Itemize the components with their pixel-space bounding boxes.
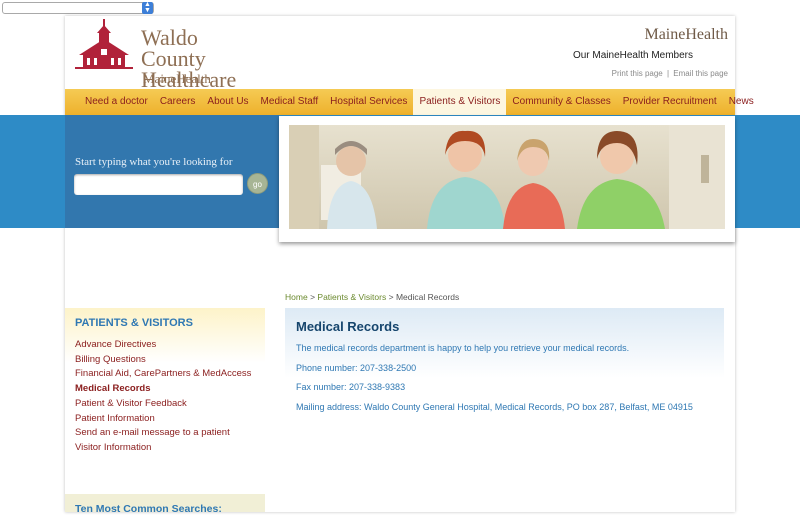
print-page-link[interactable]: Print this page <box>612 69 663 78</box>
common-searches-heading: Ten Most Common Searches: <box>75 503 222 515</box>
mailing-address: Mailing address: Waldo County General Ho… <box>296 402 693 412</box>
section-nav-list: Advance Directives Billing Questions Fin… <box>75 338 251 456</box>
nav-item-community-classes[interactable]: Community & Classes <box>506 89 616 115</box>
members-link[interactable]: Our MaineHealth Members <box>573 50 693 61</box>
sidebar-item-medical-records[interactable]: Medical Records <box>75 382 251 397</box>
nav-item-about-us[interactable]: About Us <box>201 89 254 115</box>
utility-separator: | <box>666 69 670 78</box>
email-page-link[interactable]: Email this page <box>673 69 728 78</box>
search-go-button[interactable]: go <box>247 173 268 194</box>
breadcrumb-separator: > <box>310 292 316 302</box>
fax-number: Fax number: 207-338-9383 <box>296 382 406 392</box>
staff-photo-image <box>289 125 725 229</box>
nav-item-hospital-services[interactable]: Hospital Services <box>324 89 413 115</box>
page-title: Medical Records <box>296 319 400 334</box>
breadcrumb: Home > Patients & Visitors > Medical Rec… <box>285 292 459 302</box>
intro-text: The medical records department is happy … <box>296 343 630 353</box>
select-arrows-icon: ▲ ▼ <box>142 1 153 14</box>
main-content: Medical Records The medical records depa… <box>285 308 724 428</box>
breadcrumb-section[interactable]: Patients & Visitors <box>317 292 386 302</box>
nav-item-patients-visitors[interactable]: Patients & Visitors <box>413 89 507 115</box>
sidebar-item-billing-questions[interactable]: Billing Questions <box>75 353 251 368</box>
search-label: Start typing what you're looking for <box>75 156 233 168</box>
site-select[interactable]: ▲ ▼ <box>2 1 154 14</box>
breadcrumb-current: Medical Records <box>395 292 460 302</box>
sidebar-item-financial-aid[interactable]: Financial Aid, CarePartners & MedAccess <box>75 367 251 382</box>
main-nav: Need a doctor Careers About Us Medical S… <box>65 89 754 115</box>
nav-item-medical-staff[interactable]: Medical Staff <box>255 89 325 115</box>
search-input[interactable] <box>74 174 243 195</box>
section-nav-heading: PATIENTS & VISITORS <box>75 317 193 329</box>
hospital-building-icon <box>75 19 133 69</box>
mainehealth-brand[interactable]: MaineHealth <box>644 26 728 44</box>
nav-item-news[interactable]: News <box>723 89 760 115</box>
common-searches-box: Ten Most Common Searches: <box>65 494 265 515</box>
utility-links: Print this page | Email this page <box>612 69 728 78</box>
sidebar-item-advance-directives[interactable]: Advance Directives <box>75 338 251 353</box>
search-panel <box>65 115 279 228</box>
nav-item-need-a-doctor[interactable]: Need a doctor <box>65 89 154 115</box>
sidebar-item-visitor-information[interactable]: Visitor Information <box>75 441 251 456</box>
section-nav: PATIENTS & VISITORS Advance Directives B… <box>65 308 265 470</box>
breadcrumb-home[interactable]: Home <box>285 292 308 302</box>
breadcrumb-separator: > <box>388 292 394 302</box>
sidebar-item-patient-information[interactable]: Patient Information <box>75 412 251 427</box>
phone-number: Phone number: 207-338-2500 <box>296 363 417 373</box>
site-logo[interactable]: Waldo County Healthcare MaineHealth <box>75 19 265 91</box>
nav-item-careers[interactable]: Careers <box>154 89 202 115</box>
sidebar-item-feedback[interactable]: Patient & Visitor Feedback <box>75 397 251 412</box>
sidebar-item-email-patient[interactable]: Send an e-mail message to a patient <box>75 426 251 441</box>
logo-subtitle: MaineHealth <box>143 71 211 86</box>
hero-photo <box>279 116 735 242</box>
nav-item-provider-recruitment[interactable]: Provider Recruitment <box>617 89 723 115</box>
